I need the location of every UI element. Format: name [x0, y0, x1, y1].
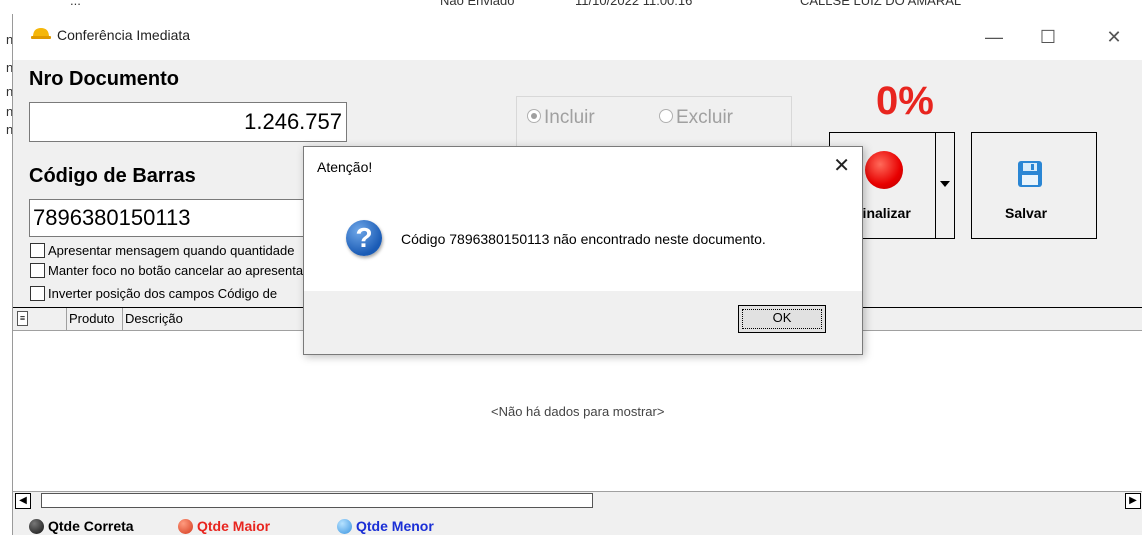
codigo-barras-field[interactable]: 7896380150113: [29, 199, 347, 237]
column-chooser-icon[interactable]: ≡: [17, 311, 28, 326]
column-divider: [66, 308, 67, 330]
background-window-strip: ... Não Enviado 11/10/2022 11:00:16 CALL…: [0, 0, 1142, 14]
nro-documento-label: Nro Documento: [29, 68, 179, 90]
checkbox-label: Manter foco no botão cancelar ao apresen…: [48, 263, 308, 278]
radio-excluir-label: Excluir: [676, 107, 734, 128]
radio-incluir[interactable]: Incluir: [527, 107, 595, 129]
dialog-message: Código 7896380150113 não encontrado nest…: [401, 231, 766, 247]
legend-label: Qtde Correta: [48, 518, 134, 534]
attention-dialog: Atenção! ✕ ? Código 7896380150113 não en…: [303, 146, 863, 355]
title-bar: Conferência Imediata — ☐ ✕: [13, 14, 1142, 60]
blue-ball-icon: [337, 518, 352, 534]
red-ball-icon: [178, 518, 193, 534]
background-window-edge: n n n n n: [0, 14, 13, 535]
checkbox-box: [30, 263, 45, 279]
legend-label: Qtde Maior: [197, 518, 271, 534]
maximize-button[interactable]: ☐: [1025, 22, 1071, 52]
checkbox-box: [30, 243, 45, 259]
legend-qtde-correta: Qtde Correta: [29, 518, 134, 535]
checkbox-label: Apresentar mensagem quando quantidade: [48, 243, 295, 258]
ok-button[interactable]: OK: [738, 305, 826, 333]
progress-percentage: 0%: [876, 79, 934, 123]
legend-qtde-menor: Qtde Menor: [337, 518, 434, 535]
checkbox-apresentar-mensagem[interactable]: Apresentar mensagem quando quantidade: [30, 243, 294, 259]
legend-label: Qtde Menor: [356, 518, 434, 534]
background-row-date: 11/10/2022 11:00:16: [575, 0, 693, 8]
salvar-button[interactable]: Salvar: [971, 132, 1097, 239]
red-circle-icon: [865, 151, 903, 189]
column-divider: [122, 308, 123, 330]
background-row-text: ...: [70, 0, 81, 8]
checkbox-box: [30, 286, 45, 302]
radio-dot: [659, 108, 673, 123]
horizontal-scrollbar[interactable]: ◀ ▶: [13, 491, 1142, 509]
dialog-close-button[interactable]: ✕: [833, 153, 850, 178]
close-button[interactable]: ✕: [1091, 22, 1137, 52]
column-header-descricao[interactable]: Descrição: [125, 311, 183, 326]
focus-rectangle: [742, 309, 822, 329]
dark-ball-icon: [29, 518, 44, 534]
scroll-right-icon[interactable]: ▶: [1125, 493, 1141, 509]
question-icon: ?: [346, 220, 382, 256]
helmet-icon: [31, 28, 51, 39]
grid-empty-message: <Não há dados para mostrar>: [491, 404, 665, 419]
legend-qtde-maior: Qtde Maior: [178, 518, 270, 535]
minimize-button[interactable]: —: [971, 22, 1017, 52]
checkbox-label: Inverter posição dos campos Código de: [48, 286, 278, 301]
scroll-left-icon[interactable]: ◀: [15, 493, 31, 509]
codigo-barras-label: Código de Barras: [29, 165, 196, 187]
finalizar-dropdown-button[interactable]: [935, 132, 955, 239]
scroll-thumb[interactable]: [41, 493, 593, 508]
dialog-title: Atenção!: [317, 159, 373, 175]
radio-excluir[interactable]: Excluir: [659, 107, 733, 129]
salvar-label: Salvar: [1005, 205, 1048, 221]
chevron-down-icon: [940, 181, 950, 187]
nro-documento-field[interactable]: 1.246.757: [29, 102, 347, 142]
radio-incluir-label: Incluir: [544, 107, 595, 128]
checkbox-manter-foco[interactable]: Manter foco no botão cancelar ao apresen…: [30, 263, 307, 279]
column-header-produto[interactable]: Produto: [69, 311, 115, 326]
background-row-name: CALLSE LUIZ DO AMARAL: [800, 0, 962, 8]
window-title: Conferência Imediata: [57, 27, 191, 43]
background-row-status: Não Enviado: [440, 0, 515, 8]
checkbox-inverter-posicao[interactable]: Inverter posição dos campos Código de: [30, 286, 277, 302]
dialog-footer: OK: [304, 291, 862, 354]
save-icon: [1018, 161, 1042, 187]
radio-dot-selected: [527, 108, 541, 123]
incluir-excluir-group: Incluir Excluir: [516, 96, 792, 150]
